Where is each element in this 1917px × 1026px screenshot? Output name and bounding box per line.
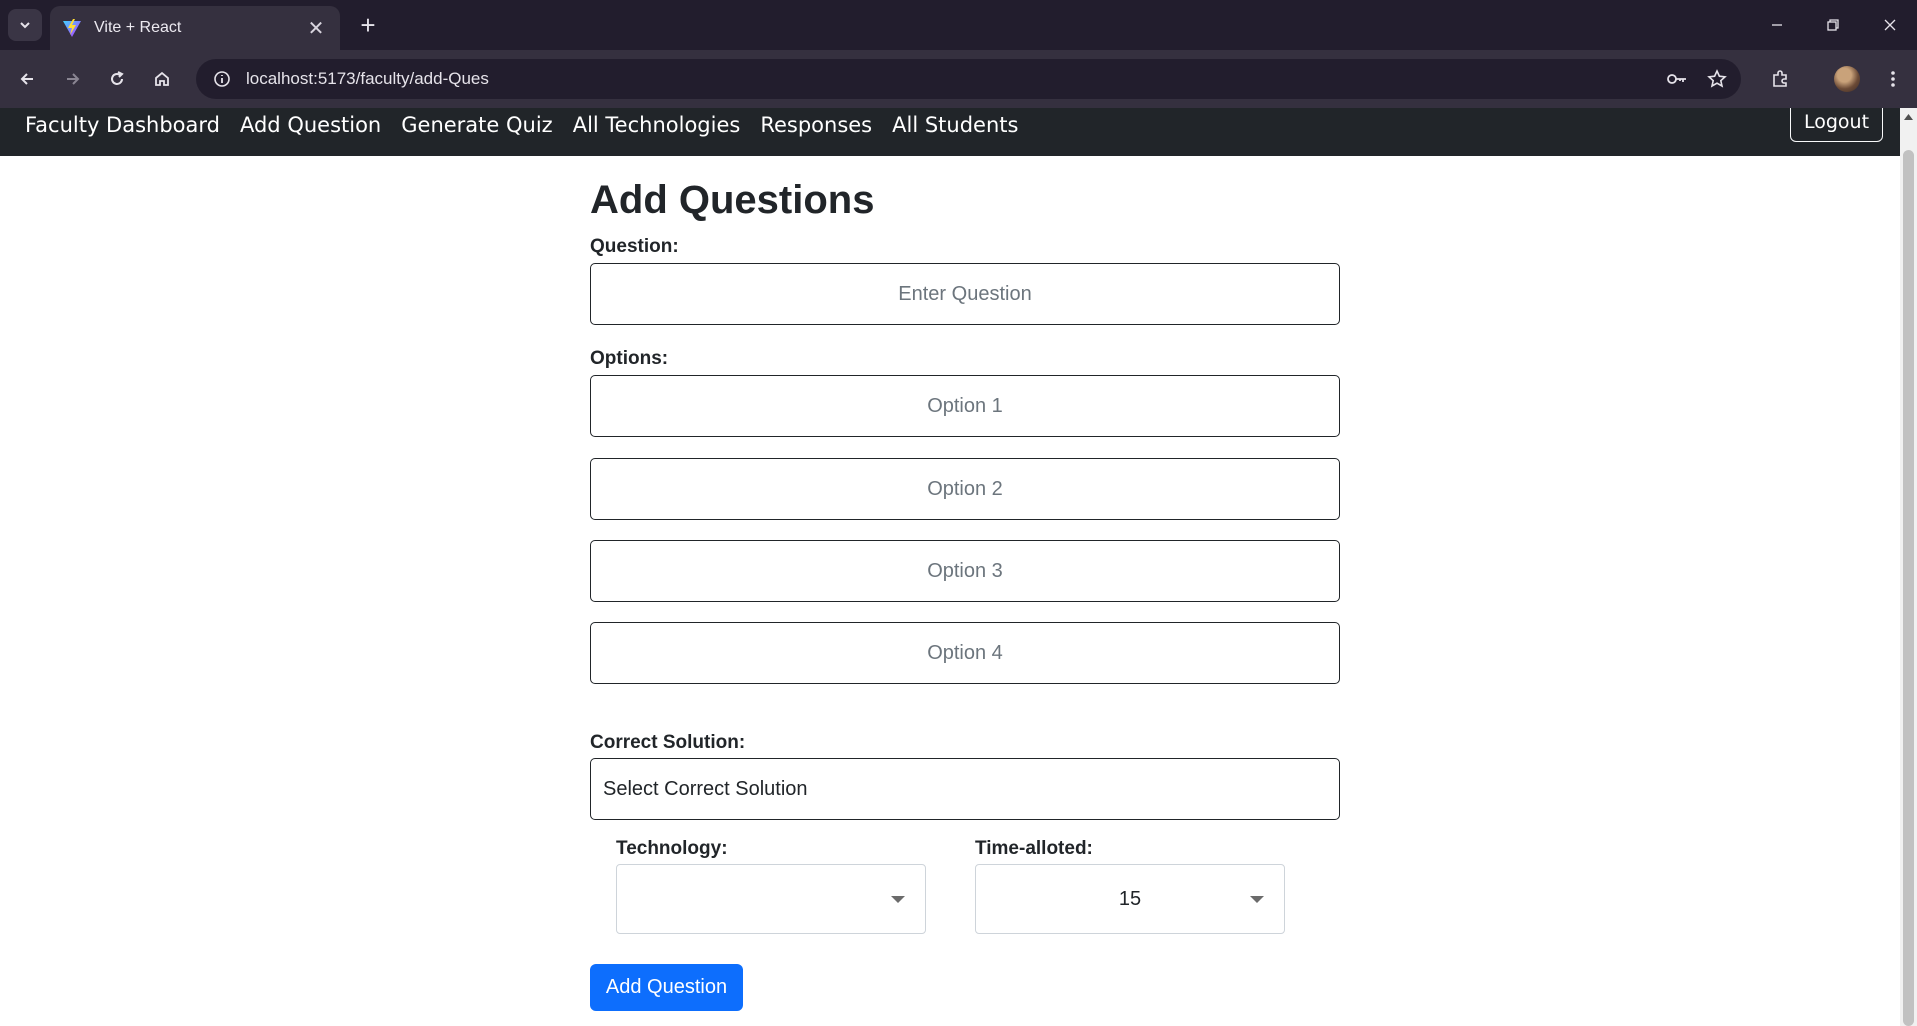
add-question-button[interactable]: Add Question <box>590 964 743 1011</box>
question-label: Question: <box>590 236 679 257</box>
forward-arrow-icon[interactable] <box>56 62 90 96</box>
caret-down-icon <box>1250 896 1264 903</box>
technology-select[interactable] <box>616 864 926 934</box>
nav-responses[interactable]: Responses <box>760 113 872 137</box>
page-viewport: Faculty Dashboard Add Question Generate … <box>0 108 1900 1026</box>
address-bar[interactable]: localhost:5173/faculty/add-Ques <box>196 59 1741 99</box>
caret-down-icon <box>891 896 905 903</box>
home-icon[interactable] <box>145 62 179 96</box>
url-text: localhost:5173/faculty/add-Ques <box>246 69 489 88</box>
question-input[interactable]: Enter Question <box>590 263 1340 325</box>
nav-all-technologies[interactable]: All Technologies <box>573 113 741 137</box>
browser-tab[interactable]: Vite + React ✕ <box>50 6 340 50</box>
option-3-input[interactable]: Option 3 <box>590 540 1340 602</box>
page-scrollbar[interactable] <box>1900 108 1917 1026</box>
reload-icon[interactable] <box>100 62 134 96</box>
nav-generate-quiz[interactable]: Generate Quiz <box>401 113 552 137</box>
minimize-icon[interactable] <box>1757 10 1797 40</box>
page-title: Add Questions <box>590 178 875 222</box>
nav-faculty-dashboard[interactable]: Faculty Dashboard <box>25 113 220 137</box>
browser-menu-icon[interactable] <box>1876 62 1910 96</box>
correct-solution-label: Correct Solution: <box>590 732 746 753</box>
vite-logo-icon <box>63 19 81 37</box>
time-alloted-label: Time-alloted: <box>975 838 1093 859</box>
extensions-puzzle-icon[interactable] <box>1763 62 1797 96</box>
new-tab-icon[interactable]: + <box>353 10 383 40</box>
chevron-down-icon <box>20 22 30 29</box>
browser-tab-bar: Vite + React ✕ + <box>0 0 1917 50</box>
tab-close-icon[interactable]: ✕ <box>304 16 328 41</box>
site-info-icon[interactable] <box>202 70 242 88</box>
technology-label: Technology: <box>616 838 728 859</box>
bookmark-star-icon[interactable] <box>1700 62 1734 96</box>
option-1-input[interactable]: Option 1 <box>590 375 1340 437</box>
time-alloted-value: 15 <box>1118 887 1142 910</box>
restore-icon[interactable] <box>1813 10 1853 40</box>
option-4-input[interactable]: Option 4 <box>590 622 1340 684</box>
scroll-up-arrow-icon[interactable] <box>1900 108 1917 125</box>
correct-solution-select[interactable]: Select Correct Solution <box>590 758 1340 820</box>
nav-links: Faculty Dashboard Add Question Generate … <box>25 108 1018 142</box>
tab-title: Vite + React <box>94 19 182 36</box>
password-key-icon[interactable] <box>1660 62 1694 96</box>
window-close-icon[interactable] <box>1870 10 1910 40</box>
nav-all-students[interactable]: All Students <box>892 113 1018 137</box>
logout-button[interactable]: Logout <box>1790 108 1883 142</box>
scroll-thumb[interactable] <box>1903 150 1914 1026</box>
time-alloted-select[interactable]: 15 <box>975 864 1285 934</box>
app-navbar: Faculty Dashboard Add Question Generate … <box>0 108 1900 156</box>
nav-add-question[interactable]: Add Question <box>240 113 381 137</box>
back-arrow-icon[interactable] <box>10 62 44 96</box>
browser-toolbar: localhost:5173/faculty/add-Ques <box>0 50 1917 108</box>
tab-search-button[interactable] <box>8 9 42 41</box>
option-2-input[interactable]: Option 2 <box>590 458 1340 520</box>
options-label: Options: <box>590 348 669 369</box>
profile-avatar[interactable] <box>1834 66 1860 92</box>
